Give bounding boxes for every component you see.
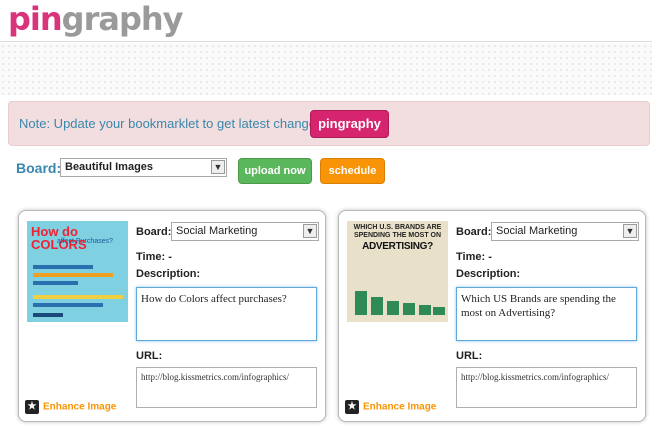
url-label: URL: — [136, 350, 163, 362]
enhance-label: Enhance Image — [363, 401, 437, 413]
thumb-bar — [33, 295, 123, 299]
thumb-bar — [387, 301, 399, 315]
upload-now-button[interactable]: upload now — [238, 158, 312, 184]
enhance-image-link[interactable]: ★ Enhance Image — [345, 400, 436, 414]
header: pingraphy — [0, 0, 652, 42]
description-input[interactable]: How do Colors affect purchases? — [136, 287, 317, 341]
card-board-label: Board: — [456, 226, 492, 238]
card-board-label: Board: — [136, 226, 172, 238]
thumb-bar — [419, 305, 431, 315]
url-label: URL: — [456, 350, 483, 362]
thumb-bar — [33, 313, 63, 317]
time-label: Time: - — [136, 251, 172, 263]
pin-thumbnail: WHICH U.S. BRANDS ARE SPENDING THE MOST … — [347, 221, 448, 322]
card-board-select[interactable]: Social Marketing ▼ — [491, 222, 639, 241]
enhance-image-link[interactable]: ★ Enhance Image — [25, 400, 116, 414]
logo-pin: pin — [8, 0, 63, 38]
description-label: Description: — [456, 268, 521, 280]
card-board-value: Social Marketing — [496, 225, 578, 237]
thumb-bar — [33, 265, 93, 269]
time-label: Time: - — [456, 251, 492, 263]
thumb-bar — [433, 307, 445, 315]
thumb-bar — [403, 303, 415, 315]
pin-card: WHICH U.S. BRANDS ARE SPENDING THE MOST … — [338, 210, 646, 422]
star-icon: ★ — [345, 400, 359, 414]
board-label: Board: — [16, 160, 62, 176]
thumb-bar — [33, 303, 103, 307]
thumb-bar — [33, 273, 113, 277]
thumb-subtitle: affect Purchases? — [57, 238, 113, 245]
update-note: Note: Update your bookmarklet to get lat… — [8, 101, 650, 146]
enhance-label: Enhance Image — [43, 401, 117, 413]
description-label: Description: — [136, 268, 201, 280]
card-board-select[interactable]: Social Marketing ▼ — [171, 222, 319, 241]
bookmarklet-button[interactable]: pingraphy — [310, 110, 389, 138]
thumb-subtitle: ADVERTISING? — [362, 241, 433, 252]
board-select[interactable]: Beautiful Images ▼ — [60, 158, 227, 177]
chevron-down-icon[interactable]: ▼ — [303, 224, 317, 238]
logo[interactable]: pingraphy — [8, 0, 184, 38]
thumb-bar — [33, 281, 78, 285]
board-select-value: Beautiful Images — [65, 161, 154, 173]
thumb-bar — [355, 291, 367, 315]
chevron-down-icon[interactable]: ▼ — [623, 224, 637, 238]
logo-graphy: graphy — [61, 0, 184, 38]
description-input[interactable]: Which US Brands are spending the most on… — [456, 287, 637, 341]
pin-card: How do COLORS affect Purchases? Board: S… — [18, 210, 326, 422]
chevron-down-icon[interactable]: ▼ — [211, 160, 225, 174]
card-board-value: Social Marketing — [176, 225, 258, 237]
url-input[interactable]: http://blog.kissmetrics.com/infographics… — [136, 367, 317, 408]
url-input[interactable]: http://blog.kissmetrics.com/infographics… — [456, 367, 637, 408]
pattern-band — [0, 43, 652, 95]
thumb-bar — [371, 297, 383, 315]
note-text: Note: Update your bookmarklet to get lat… — [19, 116, 323, 131]
schedule-button[interactable]: schedule — [320, 158, 385, 184]
pin-thumbnail: How do COLORS affect Purchases? — [27, 221, 128, 322]
thumb-title: WHICH U.S. BRANDS ARE SPENDING THE MOST … — [353, 224, 442, 239]
star-icon: ★ — [25, 400, 39, 414]
